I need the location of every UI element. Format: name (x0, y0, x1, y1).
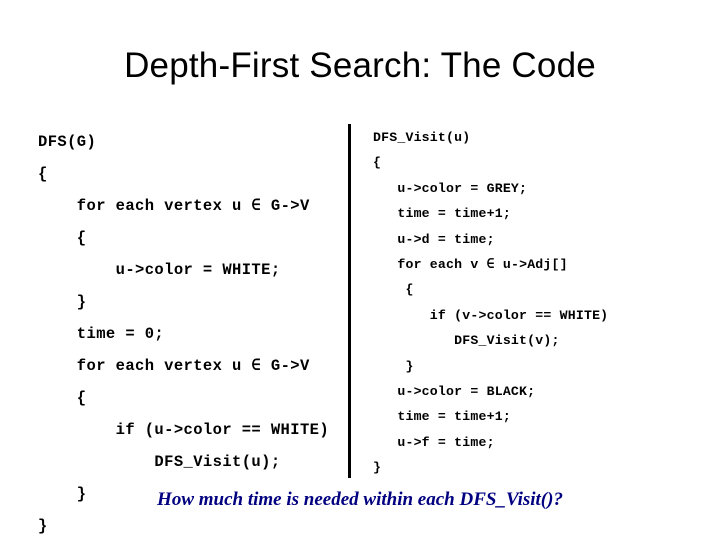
code-line: u->color = WHITE; (38, 261, 281, 279)
page-title: Depth-First Search: The Code (124, 46, 596, 85)
code-line: } (38, 517, 48, 535)
code-line: DFS(G) (38, 133, 97, 151)
code-line: { (38, 229, 87, 247)
code-line: u->color = BLACK; (373, 384, 536, 400)
code-line: for each vertex u ∈ G->V (38, 357, 310, 375)
code-line: { (373, 282, 414, 298)
code-block-dfs-visit: DFS_Visit(u) { u->color = GREY; time = ti… (373, 125, 608, 481)
code-line: DFS_Visit(u); (38, 453, 281, 471)
code-line: time = time+1; (373, 409, 511, 425)
code-line: if (v->color == WHITE) (373, 307, 609, 323)
code-block-dfs: DFS(G) { for each vertex u ∈ G->V { u->co… (38, 126, 329, 542)
code-line: DFS_Visit(u) (373, 130, 471, 145)
code-line: u->f = time; (373, 434, 495, 450)
code-line: DFS_Visit(v); (373, 333, 560, 349)
code-line: time = time+1; (373, 206, 511, 222)
code-line: { (38, 389, 87, 407)
code-line: } (373, 358, 414, 374)
slide-caption: How much time is needed within each DFS_… (157, 489, 563, 510)
code-line: u->color = GREY; (373, 180, 528, 196)
code-line: if (u->color == WHITE) (38, 421, 330, 439)
slide-canvas: Depth-First Search: The Code DFS(G) { for… (0, 0, 720, 540)
code-line: } (373, 460, 382, 476)
code-line: { (373, 155, 382, 171)
code-line: time = 0; (38, 325, 165, 343)
column-divider (348, 124, 351, 478)
code-line: for each v ∈ u->Adj[] (373, 257, 568, 273)
code-line: { (38, 165, 48, 183)
code-line: } (38, 293, 87, 311)
code-line: for each vertex u ∈ G->V (38, 197, 310, 215)
code-line: u->d = time; (373, 231, 495, 247)
